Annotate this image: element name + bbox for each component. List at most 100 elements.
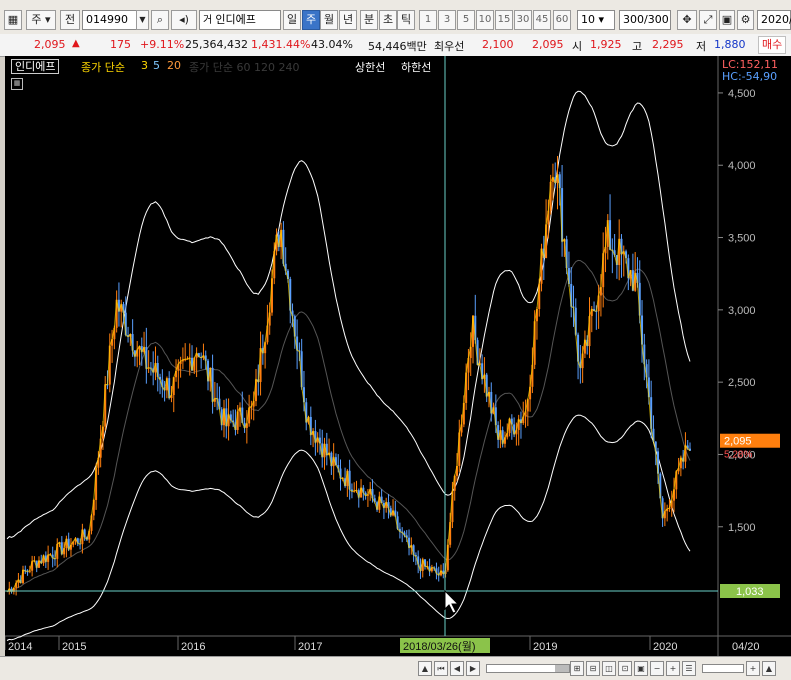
volume: 25,364,432 bbox=[185, 38, 248, 51]
draw-icon[interactable]: ⤢ bbox=[699, 10, 717, 30]
cursor-date-label: 2018/03/26(월) bbox=[403, 640, 476, 653]
change-percent: +9.11% bbox=[140, 38, 185, 51]
x-tick-label: 2020 bbox=[653, 641, 677, 653]
interval-button-15[interactable]: 15 bbox=[495, 10, 513, 30]
save-icon[interactable]: ▣ bbox=[719, 10, 735, 30]
stock-name-field[interactable]: 거 인디에프 bbox=[199, 10, 281, 30]
scrollbar-thumb[interactable] bbox=[555, 665, 569, 672]
stock-code-value: 014990 bbox=[86, 13, 128, 26]
end-date-label: 04/20 bbox=[732, 641, 760, 653]
zoom-slider-track[interactable] bbox=[702, 664, 744, 673]
period-button-3[interactable]: 년 bbox=[339, 10, 357, 30]
scrollbar-track[interactable] bbox=[486, 664, 570, 673]
chart-canvas: 4,5004,0003,5003,0002,5002,0001,5002,095… bbox=[5, 56, 791, 656]
interval-select[interactable]: 10 ▾ bbox=[577, 10, 615, 30]
date-input[interactable]: 2020/ bbox=[757, 10, 791, 30]
trade-amount: 54,446백만 bbox=[368, 40, 427, 53]
cursor-price-label: 1,033 bbox=[736, 586, 764, 598]
quote-bar: 2,095 ▲ 175 +9.11% 25,364,432 1,431.44% … bbox=[0, 34, 791, 57]
period-button-5[interactable]: 초 bbox=[379, 10, 397, 30]
scroll-prev-icon[interactable]: ◀ bbox=[450, 661, 464, 676]
current-price-label: 2,095 bbox=[724, 436, 752, 448]
scroll-first-icon[interactable]: ⏮ bbox=[434, 661, 448, 676]
low-label: 저 bbox=[696, 40, 707, 53]
expand-icon[interactable]: ⊡ bbox=[618, 661, 632, 676]
panel-icon[interactable]: ▣ bbox=[634, 661, 648, 676]
legend-stock-name[interactable]: 인디에프 bbox=[11, 59, 60, 74]
upper-band-line bbox=[6, 90, 691, 540]
split-view-icon[interactable]: ◫ bbox=[602, 661, 616, 676]
table-icon[interactable]: ▦ bbox=[11, 78, 23, 90]
x-tick-label: 2019 bbox=[533, 641, 557, 653]
zoom-more-icon[interactable]: + bbox=[746, 661, 760, 676]
legend-ma-3: 3 bbox=[141, 59, 148, 72]
price-chart[interactable]: 4,500 4,000 3,500 3,000 2,500 2,000 1,500 2,095… bbox=[5, 56, 791, 656]
hc-value: HC:-54,90 bbox=[722, 70, 778, 83]
crosshair-icon[interactable]: ✥ bbox=[677, 10, 697, 30]
x-tick-label: 2017 bbox=[298, 641, 322, 653]
play-icon[interactable]: ▶ bbox=[466, 661, 480, 676]
legend-lower-band: 하한선 bbox=[401, 61, 432, 74]
turnover: 43.04% bbox=[311, 38, 353, 51]
best-bid-label: 최우선 bbox=[434, 40, 465, 53]
price-scale bbox=[718, 56, 791, 656]
count-value: 300/300 bbox=[623, 13, 669, 26]
stack-icon[interactable]: ☰ bbox=[682, 661, 696, 676]
best-ask: 2,095 bbox=[532, 38, 564, 51]
period-button-0[interactable]: 일 bbox=[283, 10, 301, 30]
open-price: 1,925 bbox=[590, 38, 622, 51]
best-bid: 2,100 bbox=[482, 38, 514, 51]
interval-select-value: 10 bbox=[581, 13, 595, 26]
y-tick-label: 1,500 bbox=[728, 522, 756, 534]
period-button-6[interactable]: 틱 bbox=[397, 10, 415, 30]
interval-button-5[interactable]: 5 bbox=[457, 10, 475, 30]
legend-ma-5: 5 bbox=[153, 59, 160, 72]
current-percent-label: 5.28% bbox=[724, 450, 752, 461]
period-button-2[interactable]: 월 bbox=[320, 10, 338, 30]
zoom-out-icon[interactable]: ⊟ bbox=[586, 661, 600, 676]
x-tick-label: 2016 bbox=[181, 641, 205, 653]
stock-name-prefix: 거 bbox=[203, 15, 216, 26]
interval-button-3[interactable]: 3 bbox=[438, 10, 456, 30]
change-value: 175 bbox=[110, 38, 131, 51]
interval-button-60[interactable]: 60 bbox=[553, 10, 571, 30]
y-tick-label: 4,500 bbox=[728, 88, 756, 100]
low-price: 1,880 bbox=[714, 38, 746, 51]
scroll-up-icon[interactable]: ▲ bbox=[762, 661, 776, 676]
market-select[interactable]: 주 ▾ bbox=[26, 10, 56, 30]
grid-icon[interactable]: ▦ bbox=[4, 10, 22, 30]
date-value: 2020/ bbox=[761, 13, 791, 26]
ma-line bbox=[6, 259, 691, 593]
current-price: 2,095 bbox=[34, 38, 66, 51]
scroll-start-icon[interactable]: ▲ bbox=[418, 661, 432, 676]
y-tick-label: 3,000 bbox=[728, 305, 756, 317]
stock-dropdown-icon[interactable]: ▼ bbox=[136, 10, 149, 30]
gear-icon[interactable]: ⚙ bbox=[737, 10, 754, 30]
toolbar: ▦ 주 ▾ 전 014990 ▼ ⌕ ◂) 거 인디에프 10 ▾ 300/30… bbox=[0, 0, 791, 35]
y-tick-label: 2,500 bbox=[728, 377, 756, 389]
legend-ma-label[interactable]: 종가 단순 bbox=[81, 59, 125, 75]
x-tick-label: 2015 bbox=[62, 641, 86, 653]
minus-icon[interactable]: − bbox=[650, 661, 664, 676]
high-label: 고 bbox=[632, 40, 643, 53]
high-price: 2,295 bbox=[652, 38, 684, 51]
interval-button-10[interactable]: 10 bbox=[476, 10, 494, 30]
period-button-4[interactable]: 분 bbox=[360, 10, 378, 30]
type-button[interactable]: 전 bbox=[60, 10, 80, 30]
interval-button-1[interactable]: 1 bbox=[419, 10, 437, 30]
search-icon[interactable]: ⌕ bbox=[151, 10, 169, 30]
count-input[interactable]: 300/300 bbox=[619, 10, 671, 30]
speaker-icon[interactable]: ◂) bbox=[171, 10, 197, 30]
up-arrow-icon: ▲ bbox=[72, 38, 80, 49]
mouse-cursor-icon bbox=[444, 589, 460, 614]
interval-button-45[interactable]: 45 bbox=[533, 10, 551, 30]
market-label: 주 bbox=[31, 13, 42, 26]
period-button-1[interactable]: 주 bbox=[302, 10, 320, 30]
open-label: 시 bbox=[572, 40, 583, 53]
interval-button-30[interactable]: 30 bbox=[514, 10, 532, 30]
plus-icon[interactable]: + bbox=[666, 661, 680, 676]
x-tick-label: 2014 bbox=[8, 641, 32, 653]
zoom-in-icon[interactable]: ⊞ bbox=[570, 661, 584, 676]
buy-button[interactable]: 매수 bbox=[758, 36, 787, 54]
stock-name-value: 인디에프 bbox=[215, 13, 256, 26]
